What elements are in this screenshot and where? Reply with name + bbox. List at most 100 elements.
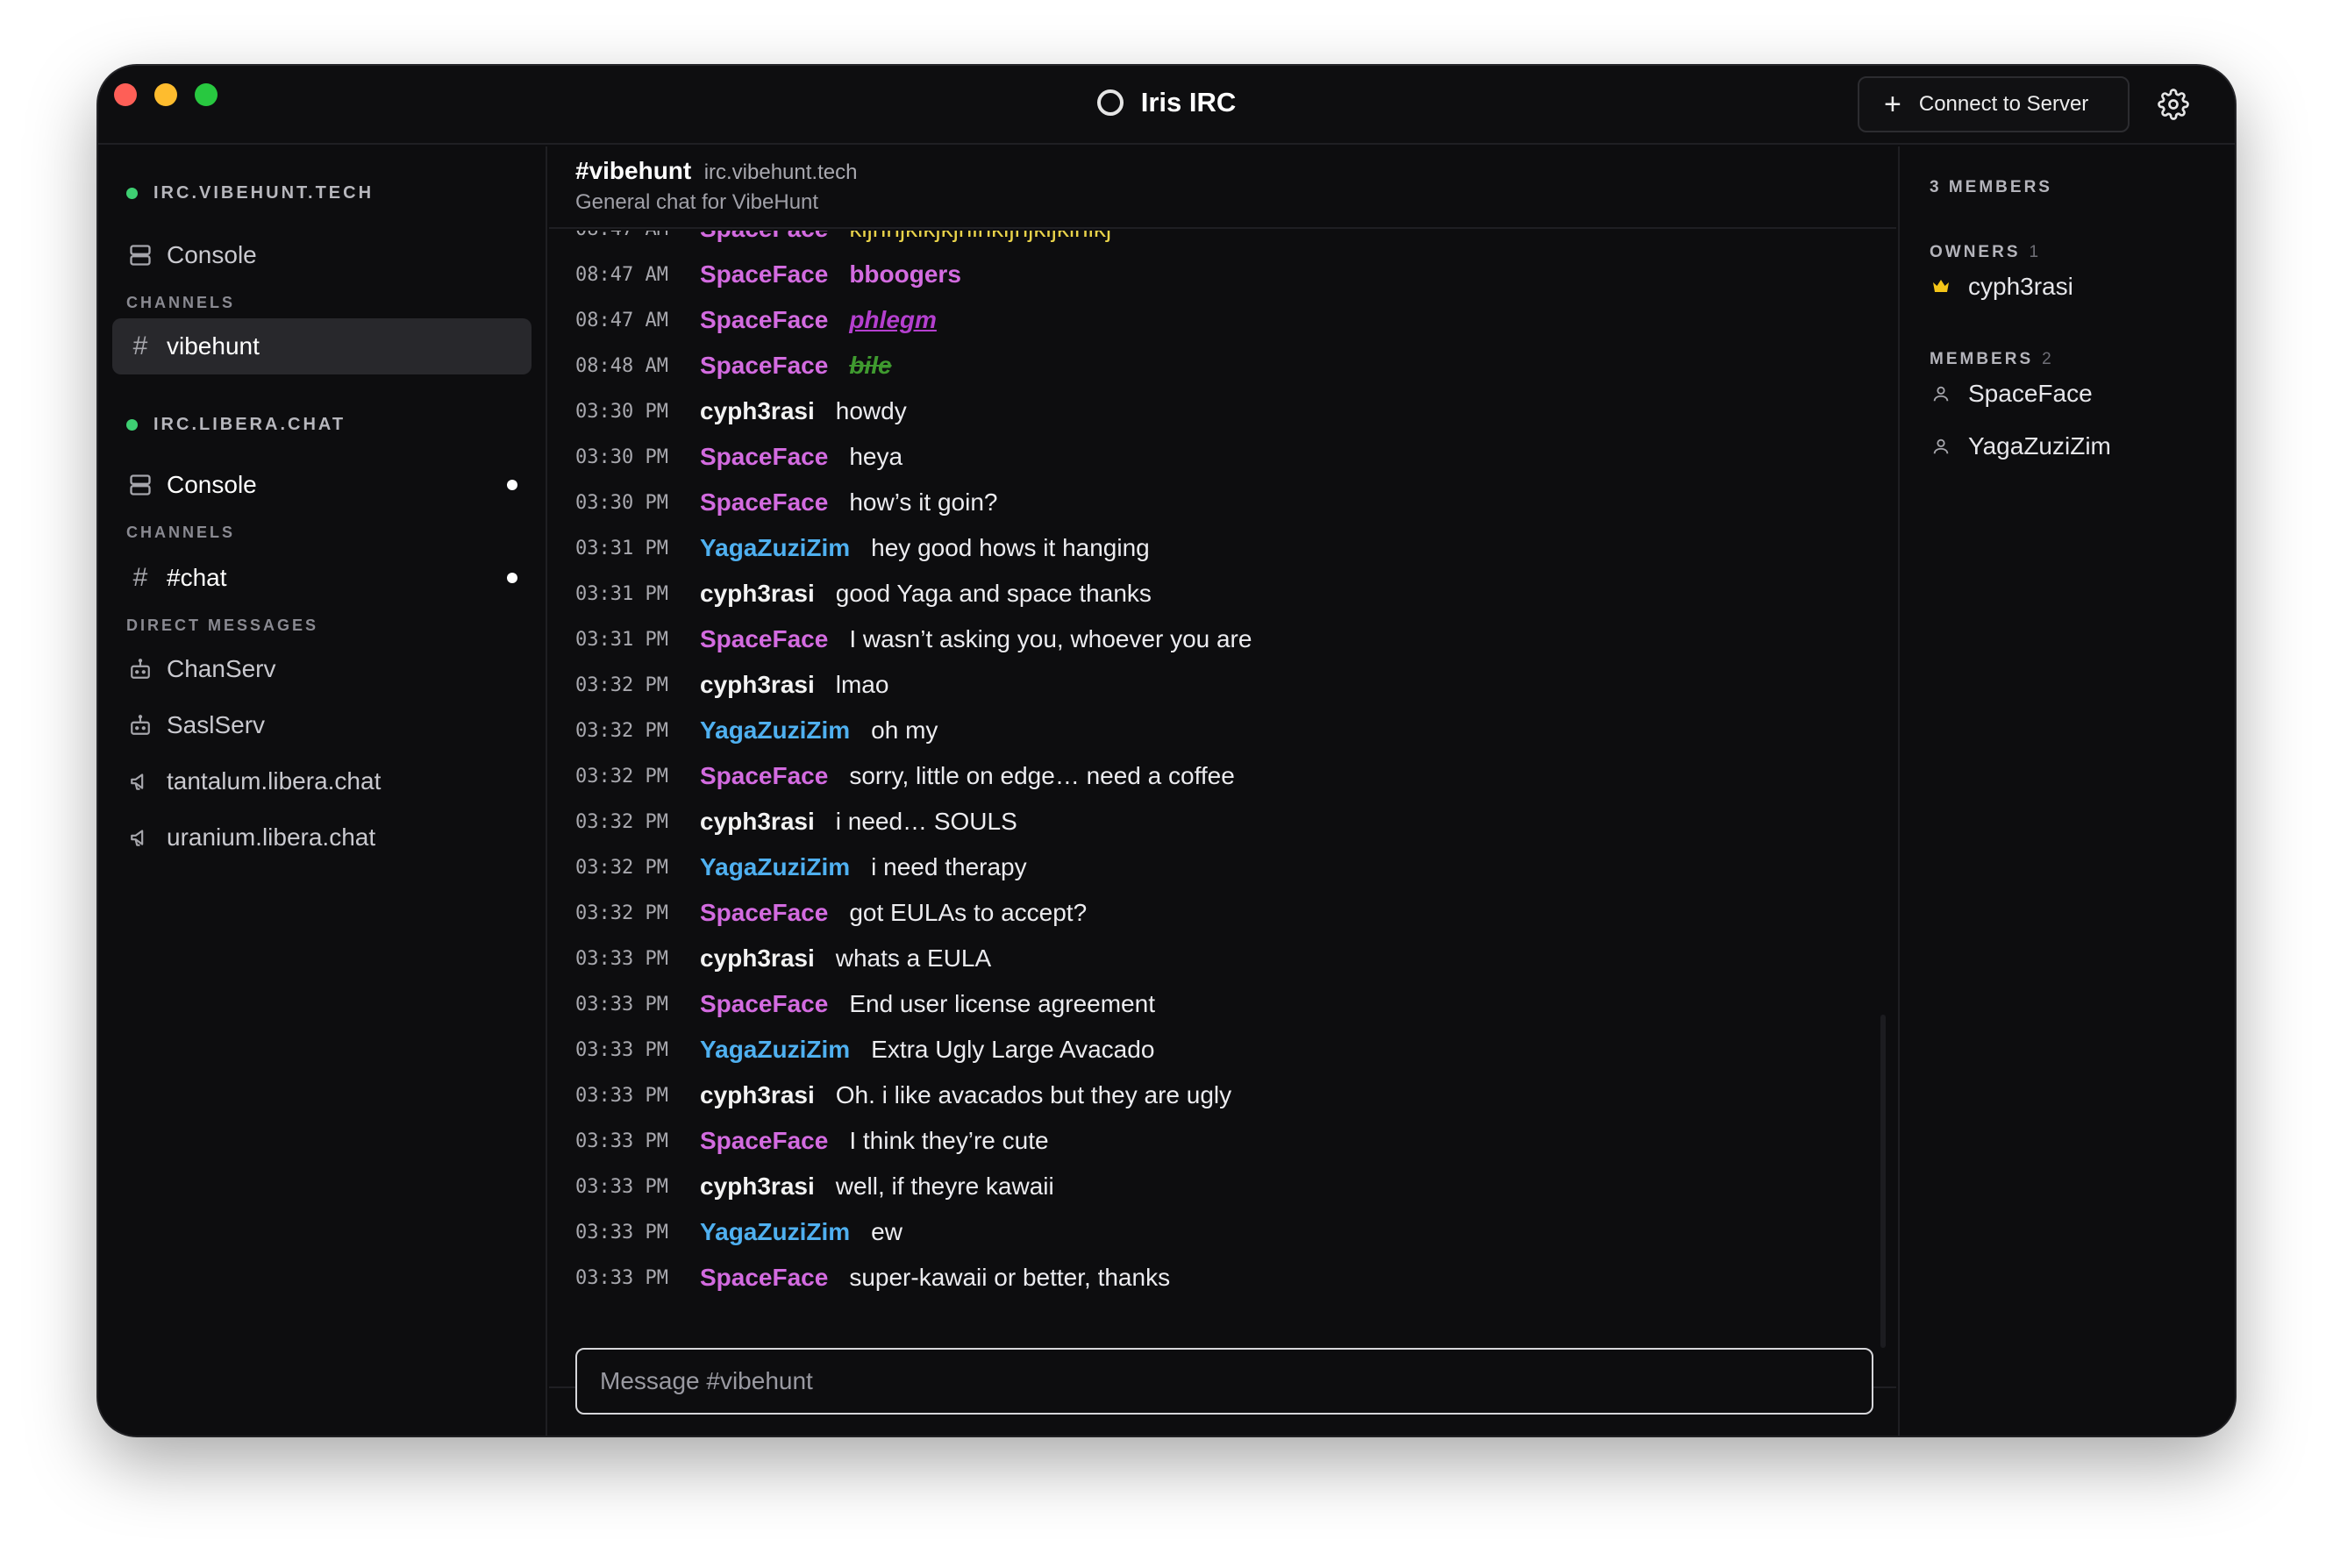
sidebar-item-chat[interactable]: # #chat	[112, 550, 532, 606]
message-nick[interactable]: SpaceFace	[700, 306, 828, 334]
server-sidebar: IRC.VIBEHUNT.TECH Console CHANNELS # vib…	[98, 146, 547, 1436]
message-timestamp: 03:30 PM	[575, 445, 668, 468]
message-text: kljhhjklkjkjhlhkljhjkljklhlkj	[849, 231, 1111, 243]
message-row: 03:32 PM cyph3rasi i need… SOULS	[575, 799, 1017, 845]
message-nick[interactable]: SpaceFace	[700, 990, 828, 1018]
message-timestamp: 03:33 PM	[575, 1130, 668, 1152]
message-scrollbar[interactable]	[1880, 1015, 1886, 1348]
connect-to-server-button[interactable]: + Connect to Server	[1858, 76, 2130, 132]
sidebar-item-chanserv[interactable]: ChanServ	[112, 641, 532, 697]
message-timestamp: 03:33 PM	[575, 993, 668, 1016]
message-nick[interactable]: cyph3rasi	[700, 671, 815, 699]
member-yagazuzizim[interactable]: YagaZuziZim	[1930, 432, 2111, 460]
message-text: ew	[871, 1218, 903, 1245]
message-timestamp: 03:32 PM	[575, 719, 668, 742]
message-text: Oh. i like avacados but they are ugly	[835, 1081, 1232, 1108]
message-row: 03:33 PM cyph3rasi well, if theyre kawaii	[575, 1164, 1054, 1209]
unread-indicator	[507, 480, 517, 490]
sidebar-item-vibehunt[interactable]: # vibehunt	[112, 318, 532, 374]
message-nick[interactable]: SpaceFace	[700, 899, 828, 927]
message-timestamp: 03:33 PM	[575, 947, 668, 970]
message-nick[interactable]: cyph3rasi	[700, 808, 815, 836]
message-row: 03:33 PM SpaceFace End user license agreem…	[575, 981, 1155, 1027]
message-text: sorry, little on edge… need a coffee	[849, 762, 1235, 789]
message-row: 03:33 PM cyph3rasi whats a EULA	[575, 936, 991, 981]
message-nick[interactable]: YagaZuziZim	[700, 534, 850, 562]
message-timestamp: 03:32 PM	[575, 810, 668, 833]
owners-section-label: OWNERS 1	[1930, 243, 2039, 261]
message-text: i need… SOULS	[835, 808, 1017, 835]
message-row: 03:32 PM YagaZuziZim oh my	[575, 708, 938, 753]
message-row: 08:47 AM SpaceFace phlegm	[575, 297, 937, 343]
message-input[interactable]	[575, 1348, 1873, 1415]
message-nick[interactable]: cyph3rasi	[700, 580, 815, 608]
server-header-libera[interactable]: IRC.LIBERA.CHAT	[126, 415, 346, 435]
channel-name: #vibehunt	[575, 157, 692, 184]
message-row: 03:31 PM SpaceFace I wasn’t asking you, wh…	[575, 617, 1252, 662]
message-timestamp: 08:47 AM	[575, 231, 700, 240]
message-nick[interactable]: SpaceFace	[700, 231, 828, 243]
title-bar: Iris IRC + Connect to Server	[98, 66, 2235, 145]
sidebar-item-tantalum[interactable]: tantalum.libera.chat	[112, 753, 532, 809]
sidebar-item-console-libera[interactable]: Console	[112, 457, 532, 513]
channel-server: irc.vibehunt.tech	[703, 160, 858, 184]
message-timestamp: 03:33 PM	[575, 1266, 668, 1289]
message-nick[interactable]: YagaZuziZim	[700, 716, 850, 745]
message-nick[interactable]: SpaceFace	[700, 1127, 828, 1155]
message-text: how’s it goin?	[849, 488, 998, 516]
message-nick[interactable]: YagaZuziZim	[700, 853, 850, 881]
message-timestamp: 08:48 AM	[575, 354, 668, 377]
member-owner-cyph3rasi[interactable]: cyph3rasi	[1930, 273, 2073, 301]
message-row: 08:48 AM SpaceFace bile	[575, 343, 892, 388]
message-timestamp: 03:32 PM	[575, 765, 668, 788]
sidebar-item-uranium[interactable]: uranium.libera.chat	[112, 809, 532, 866]
user-icon	[1930, 382, 1952, 405]
message-row: 03:33 PM cyph3rasi Oh. i like avacados but…	[575, 1073, 1231, 1118]
message-nick[interactable]: cyph3rasi	[700, 397, 815, 425]
message-nick[interactable]: SpaceFace	[700, 443, 828, 471]
members-panel: 3 MEMBERS OWNERS 1 cyph3rasi MEMBERS 2 Spa…	[1898, 146, 2235, 1436]
message-text: super-kawaii or better, thanks	[849, 1264, 1171, 1291]
message-timestamp: 03:32 PM	[575, 902, 668, 924]
message-text: I wasn’t asking you, whoever you are	[849, 625, 1252, 652]
message-row: 08:47 AM SpaceFace bboogers	[575, 252, 961, 297]
message-timestamp: 08:47 AM	[575, 309, 668, 331]
message-nick[interactable]: cyph3rasi	[700, 944, 815, 973]
message-text: I think they’re cute	[849, 1127, 1049, 1154]
message-nick[interactable]: YagaZuziZim	[700, 1218, 850, 1246]
message-text: whats a EULA	[835, 944, 992, 972]
message-nick[interactable]: SpaceFace	[700, 260, 828, 289]
direct-messages-section-label: DIRECT MESSAGES	[126, 617, 319, 634]
server-header-vibehunt[interactable]: IRC.VIBEHUNT.TECH	[126, 183, 374, 203]
online-status-dot	[126, 419, 138, 431]
message-text: good Yaga and space thanks	[835, 580, 1152, 607]
message-nick[interactable]: SpaceFace	[700, 625, 828, 653]
online-status-dot	[126, 188, 138, 199]
message-nick[interactable]: SpaceFace	[700, 488, 828, 517]
message-timestamp: 03:33 PM	[575, 1084, 668, 1107]
message-nick[interactable]: SpaceFace	[700, 1264, 828, 1292]
message-row: 03:32 PM cyph3rasi lmao	[575, 662, 888, 708]
user-icon	[1930, 435, 1952, 458]
message-timestamp: 03:31 PM	[575, 537, 668, 559]
megaphone-icon	[126, 767, 154, 795]
message-text: heya	[849, 443, 903, 470]
message-timestamp: 03:31 PM	[575, 582, 668, 605]
settings-gear-icon[interactable]	[2158, 89, 2189, 120]
sidebar-item-saslserv[interactable]: SaslServ	[112, 697, 532, 753]
message-list[interactable]: 08:47 AMSpaceFacekljhhjklkjkjhlhkljhjklj…	[549, 231, 1896, 1415]
message-text: lmao	[835, 671, 889, 698]
message-nick[interactable]: cyph3rasi	[700, 1081, 815, 1109]
message-timestamp: 03:30 PM	[575, 491, 668, 514]
message-row: 03:32 PM YagaZuziZim i need therapy	[575, 845, 1027, 890]
channels-section-label: CHANNELS	[126, 524, 236, 541]
message-nick[interactable]: cyph3rasi	[700, 1172, 815, 1201]
message-row: 03:33 PM YagaZuziZim ew	[575, 1209, 903, 1255]
member-spaceface[interactable]: SpaceFace	[1930, 380, 2093, 408]
message-nick[interactable]: YagaZuziZim	[700, 1036, 850, 1064]
message-row: 03:32 PM SpaceFace sorry, little on edge… …	[575, 753, 1235, 799]
message-nick[interactable]: SpaceFace	[700, 762, 828, 790]
message-nick[interactable]: SpaceFace	[700, 352, 828, 380]
sidebar-item-console-vibehunt[interactable]: Console	[112, 227, 532, 283]
server-console-icon	[126, 471, 154, 499]
